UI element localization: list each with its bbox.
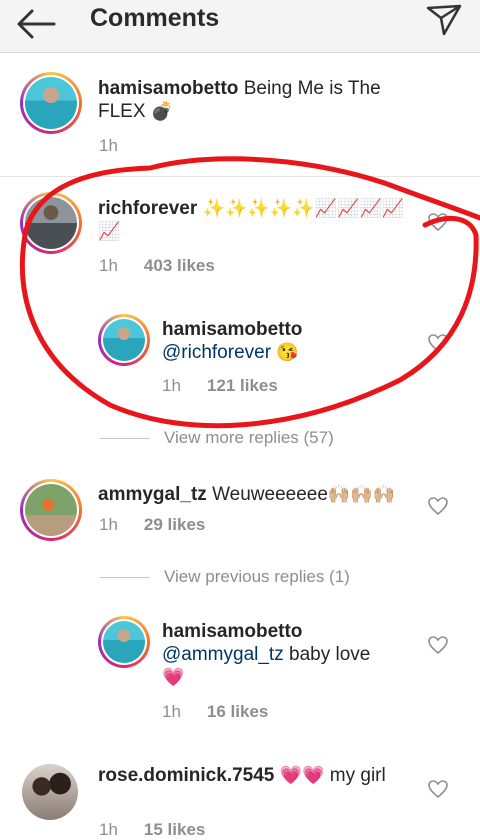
- comment-username[interactable]: richforever: [98, 198, 197, 219]
- comment-time: 1h: [99, 820, 118, 839]
- avatar[interactable]: [20, 192, 82, 254]
- caption-username[interactable]: hamisamobetto: [98, 78, 238, 99]
- comment-text: ammygal_tz Weuweeeeee🙌🏼🙌🏼🙌🏼: [98, 483, 418, 506]
- comment-meta: 1h 403 likes: [99, 256, 215, 276]
- heart-icon[interactable]: [427, 212, 449, 232]
- reply-text: hamisamobetto @richforever 😘: [162, 318, 412, 364]
- heart-icon[interactable]: [427, 496, 449, 516]
- avatar[interactable]: [20, 72, 82, 134]
- view-previous-replies-link[interactable]: View previous replies (1): [100, 567, 350, 587]
- caption-time: 1h: [99, 136, 118, 155]
- pink-heart-emoji: 💗: [162, 667, 185, 687]
- page-title: Comments: [90, 4, 220, 32]
- comment-meta: 1h 15 likes: [99, 820, 205, 840]
- caption-text: hamisamobetto Being Me is The FLEX 💣: [98, 77, 418, 123]
- mention-link[interactable]: @ammygal_tz: [162, 644, 284, 665]
- mention-link[interactable]: @richforever: [162, 342, 271, 363]
- heart-icon[interactable]: [427, 635, 449, 655]
- comment-username[interactable]: ammygal_tz: [98, 484, 207, 505]
- header-bar: Comments: [0, 0, 480, 53]
- reply-meta: 1h 121 likes: [162, 376, 278, 396]
- comment-meta: 1h 29 likes: [99, 515, 205, 535]
- avatar[interactable]: [98, 314, 150, 366]
- avatar[interactable]: [98, 616, 150, 668]
- back-arrow-icon[interactable]: [14, 6, 58, 42]
- likes-count[interactable]: 16 likes: [207, 702, 268, 721]
- comment-text: rose.dominick.7545 💗💗 my girl: [98, 764, 398, 787]
- heart-icon[interactable]: [427, 333, 449, 353]
- avatar[interactable]: [22, 764, 78, 820]
- divider: [0, 176, 480, 177]
- reply-username[interactable]: hamisamobetto: [162, 621, 302, 642]
- reply-body: baby love: [289, 644, 371, 665]
- reply-time: 1h: [162, 702, 181, 721]
- kiss-emoji: 😘: [276, 342, 299, 362]
- reply-time: 1h: [162, 376, 181, 395]
- bomb-emoji: 💣: [150, 101, 174, 121]
- likes-count[interactable]: 29 likes: [144, 515, 205, 534]
- comment-text: richforever ✨✨✨✨✨📈📈📈📈📈: [98, 197, 408, 243]
- avatar[interactable]: [20, 479, 82, 541]
- comment-body: Weuweeeeee: [212, 484, 328, 505]
- send-icon[interactable]: [424, 2, 464, 38]
- comment-body: my girl: [329, 765, 386, 786]
- comment-time: 1h: [99, 256, 118, 275]
- likes-count[interactable]: 15 likes: [144, 820, 205, 839]
- comment-username[interactable]: rose.dominick.7545: [98, 765, 274, 786]
- reply-username[interactable]: hamisamobetto: [162, 319, 302, 340]
- view-more-replies-link[interactable]: View more replies (57): [100, 428, 334, 448]
- reply-meta: 1h 16 likes: [162, 702, 268, 722]
- pink-hearts-emoji: 💗💗: [279, 765, 325, 785]
- likes-count[interactable]: 403 likes: [144, 256, 215, 275]
- raised-hands-emoji: 🙌🏼🙌🏼🙌🏼: [327, 484, 396, 504]
- comment-time: 1h: [99, 515, 118, 534]
- heart-icon[interactable]: [427, 779, 449, 799]
- reply-text: hamisamobetto @ammygal_tz baby love 💗: [162, 620, 412, 689]
- likes-count[interactable]: 121 likes: [207, 376, 278, 395]
